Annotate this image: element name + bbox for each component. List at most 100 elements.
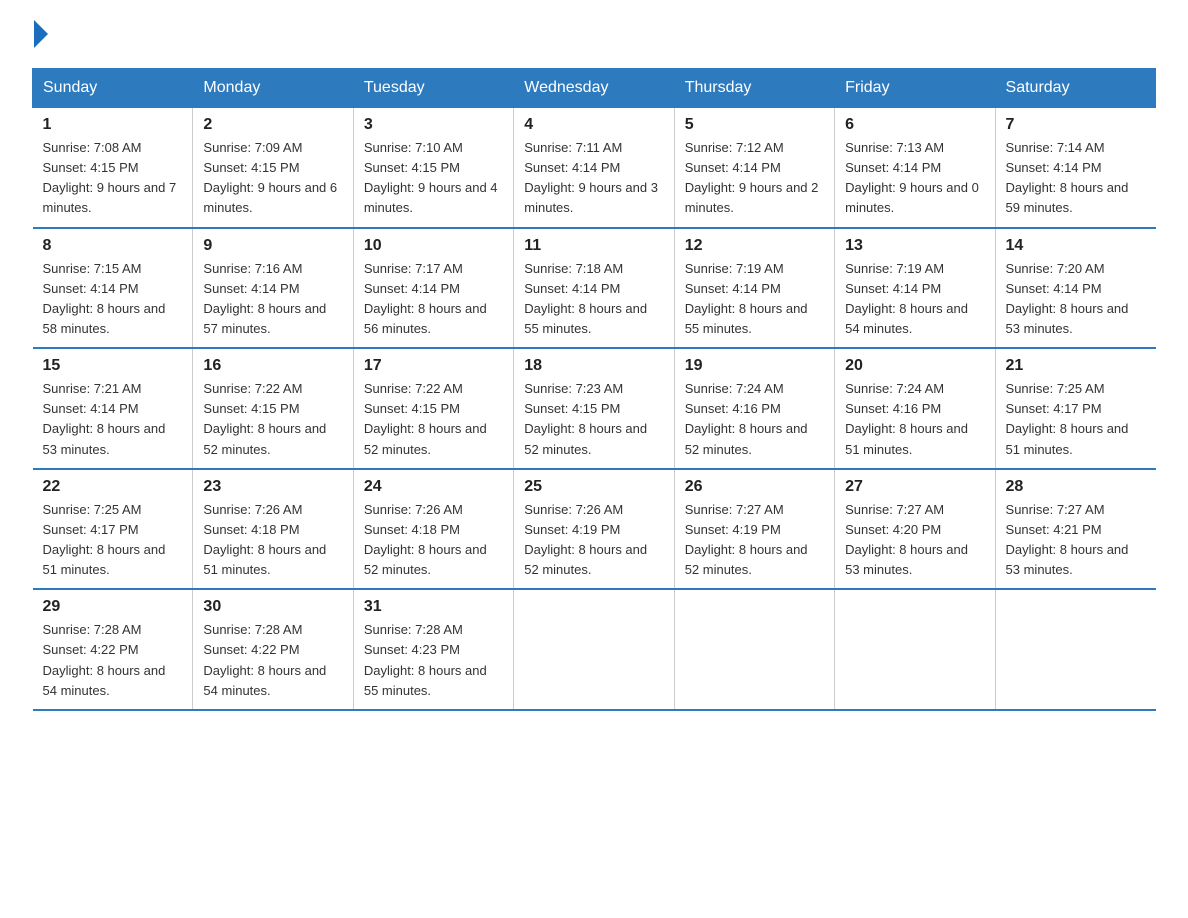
calendar-week-1: 1 Sunrise: 7:08 AMSunset: 4:15 PMDayligh… [33,108,1156,228]
logo [32,24,48,48]
calendar-cell [674,589,834,710]
day-detail: Sunrise: 7:19 AMSunset: 4:14 PMDaylight:… [685,261,808,336]
day-detail: Sunrise: 7:22 AMSunset: 4:15 PMDaylight:… [203,381,326,456]
header-tuesday: Tuesday [353,69,513,108]
day-detail: Sunrise: 7:28 AMSunset: 4:23 PMDaylight:… [364,622,487,697]
calendar-cell: 16 Sunrise: 7:22 AMSunset: 4:15 PMDaylig… [193,348,353,469]
header-friday: Friday [835,69,995,108]
day-detail: Sunrise: 7:12 AMSunset: 4:14 PMDaylight:… [685,140,819,215]
header-saturday: Saturday [995,69,1155,108]
calendar-cell: 21 Sunrise: 7:25 AMSunset: 4:17 PMDaylig… [995,348,1155,469]
calendar-cell: 26 Sunrise: 7:27 AMSunset: 4:19 PMDaylig… [674,469,834,590]
calendar-week-2: 8 Sunrise: 7:15 AMSunset: 4:14 PMDayligh… [33,228,1156,349]
day-detail: Sunrise: 7:08 AMSunset: 4:15 PMDaylight:… [43,140,177,215]
calendar-cell: 7 Sunrise: 7:14 AMSunset: 4:14 PMDayligh… [995,108,1155,228]
calendar-cell: 24 Sunrise: 7:26 AMSunset: 4:18 PMDaylig… [353,469,513,590]
day-detail: Sunrise: 7:20 AMSunset: 4:14 PMDaylight:… [1006,261,1129,336]
day-detail: Sunrise: 7:27 AMSunset: 4:20 PMDaylight:… [845,502,968,577]
day-number: 20 [845,357,984,375]
day-detail: Sunrise: 7:19 AMSunset: 4:14 PMDaylight:… [845,261,968,336]
header-monday: Monday [193,69,353,108]
calendar-cell: 15 Sunrise: 7:21 AMSunset: 4:14 PMDaylig… [33,348,193,469]
day-detail: Sunrise: 7:11 AMSunset: 4:14 PMDaylight:… [524,140,658,215]
calendar-cell [514,589,674,710]
day-detail: Sunrise: 7:22 AMSunset: 4:15 PMDaylight:… [364,381,487,456]
calendar-cell: 5 Sunrise: 7:12 AMSunset: 4:14 PMDayligh… [674,108,834,228]
header-thursday: Thursday [674,69,834,108]
day-detail: Sunrise: 7:09 AMSunset: 4:15 PMDaylight:… [203,140,337,215]
header-sunday: Sunday [33,69,193,108]
day-number: 10 [364,237,503,255]
day-number: 18 [524,357,663,375]
calendar-cell: 25 Sunrise: 7:26 AMSunset: 4:19 PMDaylig… [514,469,674,590]
day-number: 14 [1006,237,1146,255]
day-number: 25 [524,478,663,496]
day-detail: Sunrise: 7:28 AMSunset: 4:22 PMDaylight:… [43,622,166,697]
day-number: 9 [203,237,342,255]
calendar-cell: 30 Sunrise: 7:28 AMSunset: 4:22 PMDaylig… [193,589,353,710]
calendar-cell: 10 Sunrise: 7:17 AMSunset: 4:14 PMDaylig… [353,228,513,349]
day-detail: Sunrise: 7:21 AMSunset: 4:14 PMDaylight:… [43,381,166,456]
day-number: 22 [43,478,183,496]
calendar-cell: 31 Sunrise: 7:28 AMSunset: 4:23 PMDaylig… [353,589,513,710]
calendar-cell: 23 Sunrise: 7:26 AMSunset: 4:18 PMDaylig… [193,469,353,590]
calendar-cell: 27 Sunrise: 7:27 AMSunset: 4:20 PMDaylig… [835,469,995,590]
day-number: 23 [203,478,342,496]
day-detail: Sunrise: 7:17 AMSunset: 4:14 PMDaylight:… [364,261,487,336]
calendar-cell: 29 Sunrise: 7:28 AMSunset: 4:22 PMDaylig… [33,589,193,710]
day-number: 16 [203,357,342,375]
calendar-cell [835,589,995,710]
calendar-cell: 11 Sunrise: 7:18 AMSunset: 4:14 PMDaylig… [514,228,674,349]
calendar-cell: 12 Sunrise: 7:19 AMSunset: 4:14 PMDaylig… [674,228,834,349]
day-number: 21 [1006,357,1146,375]
calendar-table: SundayMondayTuesdayWednesdayThursdayFrid… [32,68,1156,711]
calendar-cell: 9 Sunrise: 7:16 AMSunset: 4:14 PMDayligh… [193,228,353,349]
day-number: 12 [685,237,824,255]
calendar-cell: 14 Sunrise: 7:20 AMSunset: 4:14 PMDaylig… [995,228,1155,349]
day-number: 3 [364,116,503,134]
day-detail: Sunrise: 7:28 AMSunset: 4:22 PMDaylight:… [203,622,326,697]
day-number: 27 [845,478,984,496]
day-number: 26 [685,478,824,496]
day-detail: Sunrise: 7:18 AMSunset: 4:14 PMDaylight:… [524,261,647,336]
day-number: 7 [1006,116,1146,134]
day-number: 31 [364,598,503,616]
day-detail: Sunrise: 7:26 AMSunset: 4:18 PMDaylight:… [203,502,326,577]
day-number: 5 [685,116,824,134]
day-detail: Sunrise: 7:26 AMSunset: 4:19 PMDaylight:… [524,502,647,577]
calendar-cell [995,589,1155,710]
day-number: 2 [203,116,342,134]
calendar-cell: 1 Sunrise: 7:08 AMSunset: 4:15 PMDayligh… [33,108,193,228]
day-number: 13 [845,237,984,255]
calendar-week-4: 22 Sunrise: 7:25 AMSunset: 4:17 PMDaylig… [33,469,1156,590]
day-number: 8 [43,237,183,255]
day-detail: Sunrise: 7:27 AMSunset: 4:19 PMDaylight:… [685,502,808,577]
day-number: 1 [43,116,183,134]
day-number: 4 [524,116,663,134]
day-number: 15 [43,357,183,375]
calendar-cell: 3 Sunrise: 7:10 AMSunset: 4:15 PMDayligh… [353,108,513,228]
header-wednesday: Wednesday [514,69,674,108]
day-detail: Sunrise: 7:24 AMSunset: 4:16 PMDaylight:… [685,381,808,456]
logo-arrow-icon [34,20,48,48]
day-number: 19 [685,357,824,375]
calendar-cell: 19 Sunrise: 7:24 AMSunset: 4:16 PMDaylig… [674,348,834,469]
page-header [32,24,1156,48]
day-number: 29 [43,598,183,616]
day-detail: Sunrise: 7:27 AMSunset: 4:21 PMDaylight:… [1006,502,1129,577]
day-detail: Sunrise: 7:23 AMSunset: 4:15 PMDaylight:… [524,381,647,456]
calendar-cell: 8 Sunrise: 7:15 AMSunset: 4:14 PMDayligh… [33,228,193,349]
calendar-cell: 6 Sunrise: 7:13 AMSunset: 4:14 PMDayligh… [835,108,995,228]
day-detail: Sunrise: 7:15 AMSunset: 4:14 PMDaylight:… [43,261,166,336]
calendar-cell: 20 Sunrise: 7:24 AMSunset: 4:16 PMDaylig… [835,348,995,469]
day-number: 28 [1006,478,1146,496]
day-detail: Sunrise: 7:25 AMSunset: 4:17 PMDaylight:… [1006,381,1129,456]
day-number: 24 [364,478,503,496]
calendar-week-5: 29 Sunrise: 7:28 AMSunset: 4:22 PMDaylig… [33,589,1156,710]
day-detail: Sunrise: 7:26 AMSunset: 4:18 PMDaylight:… [364,502,487,577]
day-detail: Sunrise: 7:13 AMSunset: 4:14 PMDaylight:… [845,140,979,215]
day-number: 17 [364,357,503,375]
calendar-cell: 13 Sunrise: 7:19 AMSunset: 4:14 PMDaylig… [835,228,995,349]
calendar-cell: 22 Sunrise: 7:25 AMSunset: 4:17 PMDaylig… [33,469,193,590]
day-detail: Sunrise: 7:14 AMSunset: 4:14 PMDaylight:… [1006,140,1129,215]
